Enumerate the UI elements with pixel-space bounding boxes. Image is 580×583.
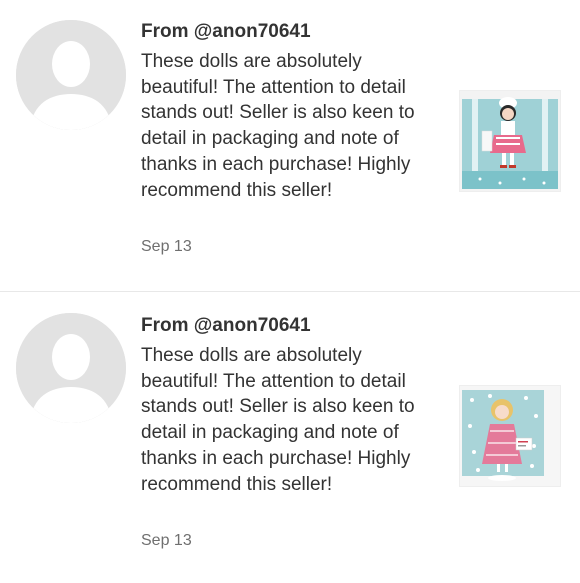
review-comment: These dolls are absolutely beautiful! Th… [141, 345, 415, 495]
listing-thumbnail[interactable] [459, 90, 561, 192]
review-date: Sep 13 [141, 532, 192, 549]
listing-thumbnail[interactable] [459, 385, 561, 487]
review-comment: These dolls are absolutely beautiful! Th… [141, 51, 415, 201]
user-avatar-icon[interactable] [16, 313, 126, 423]
review-divider [0, 291, 580, 292]
doll-image-icon [460, 386, 560, 486]
review-author[interactable]: From @anon70641 [141, 312, 311, 340]
user-avatar-icon[interactable] [16, 20, 126, 130]
review-author[interactable]: From @anon70641 [141, 18, 311, 46]
review-item: From @anon70641 These dolls are absolute… [0, 293, 580, 583]
doll-image-icon [460, 91, 560, 191]
review-item: From @anon70641 These dolls are absolute… [0, 0, 580, 290]
review-date: Sep 13 [141, 238, 192, 255]
